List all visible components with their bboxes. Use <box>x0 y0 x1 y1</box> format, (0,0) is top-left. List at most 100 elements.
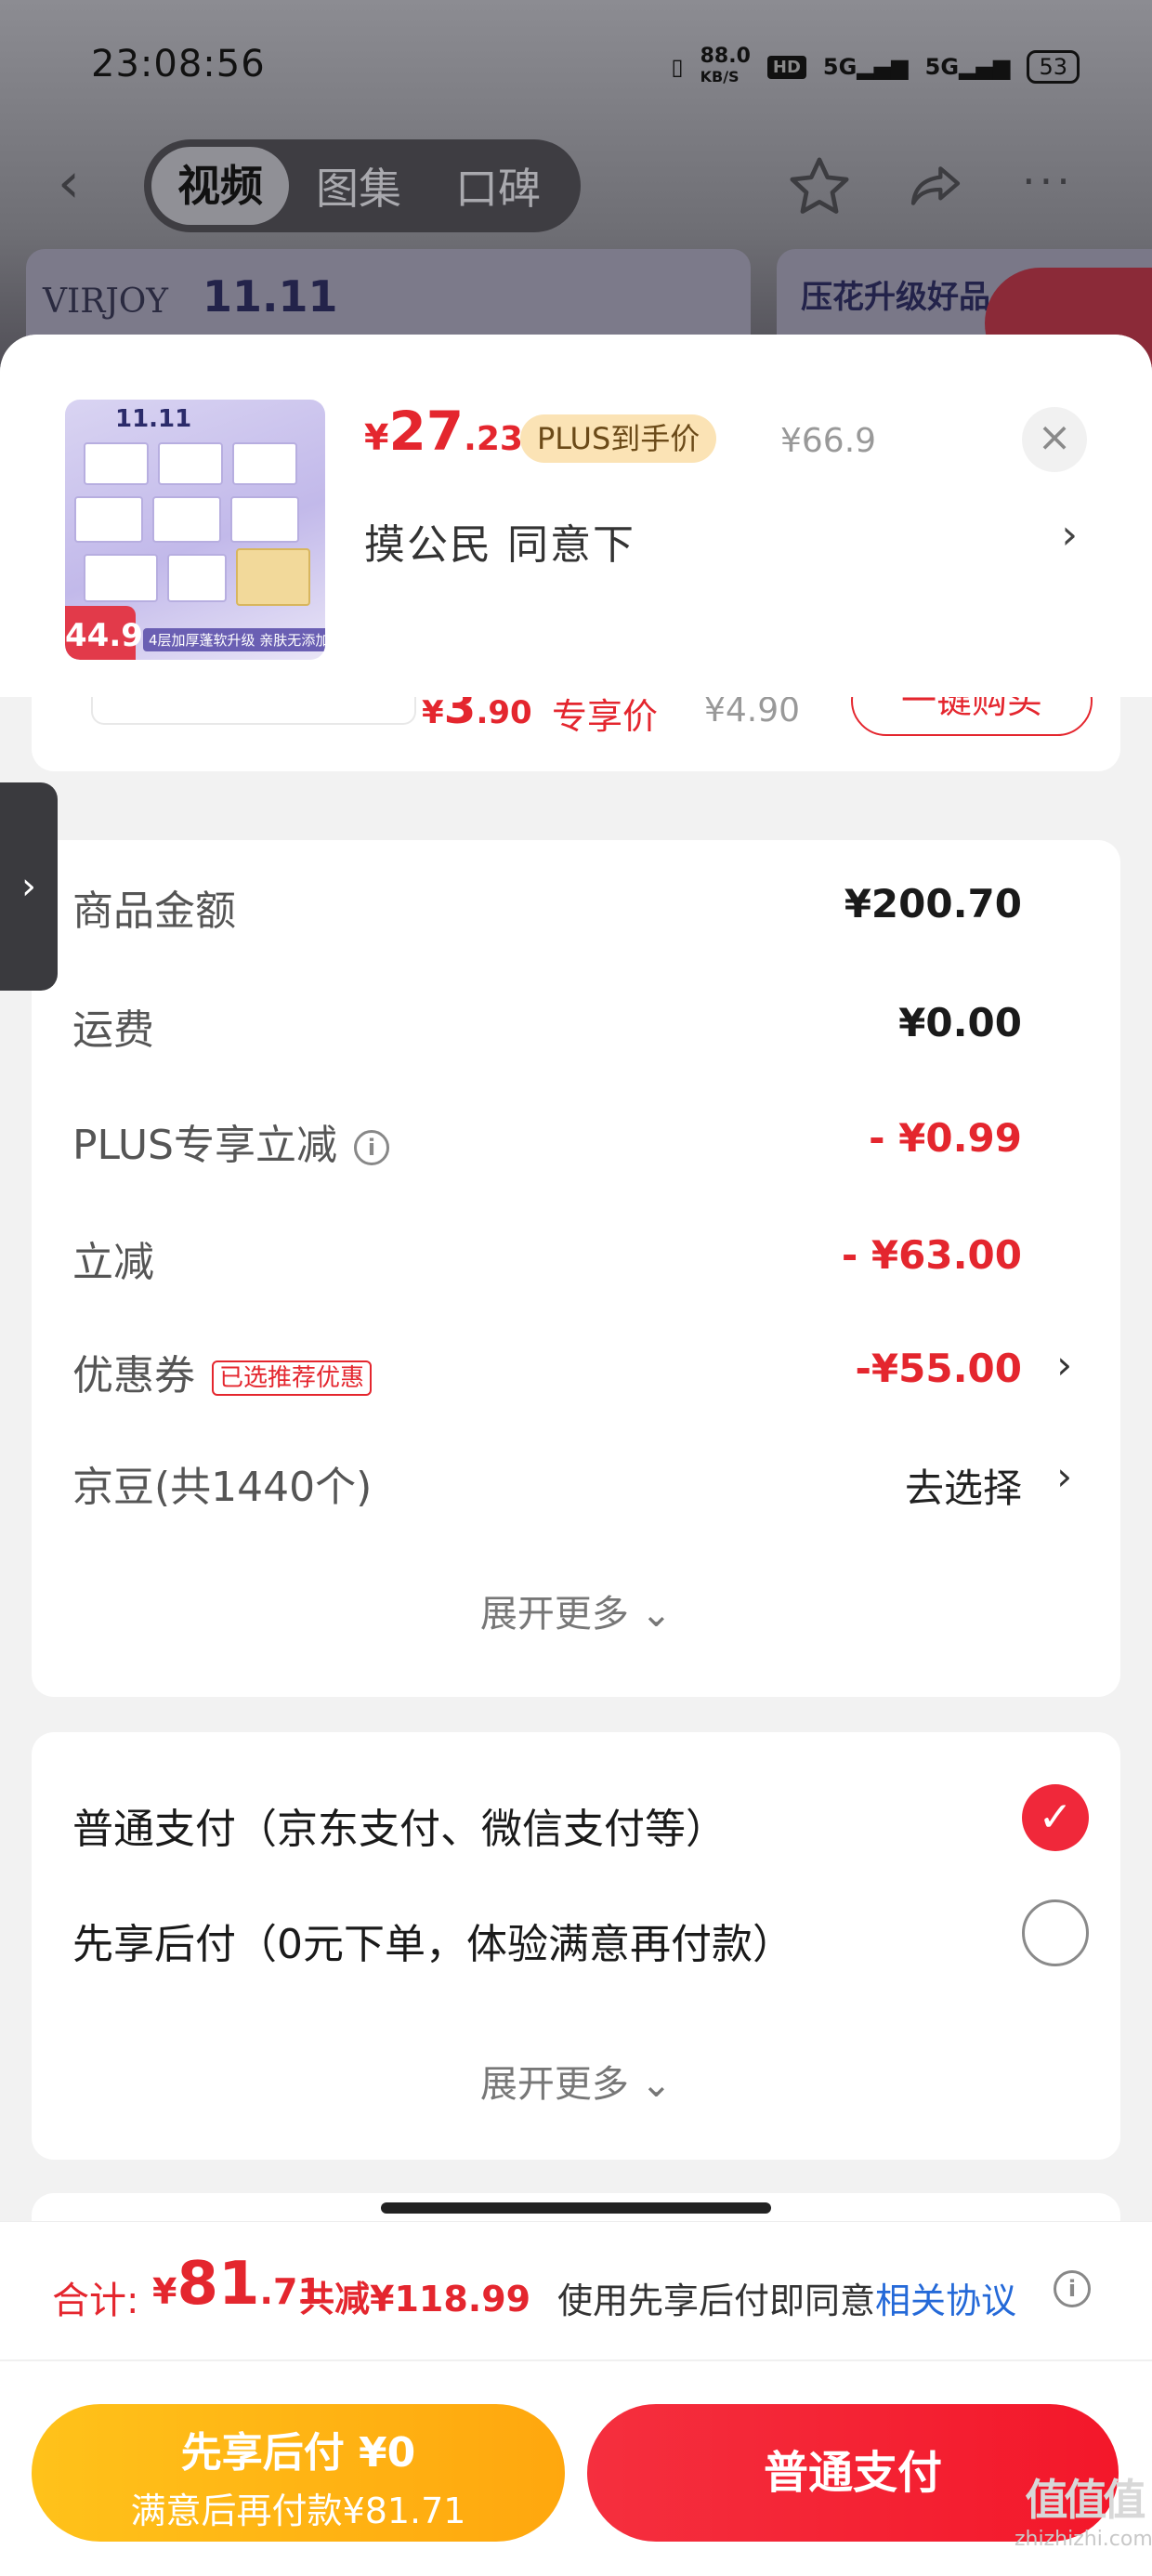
instant-discount-value: - ¥63.00 <box>841 1232 1022 1278</box>
price-summary-card: 商品金额 ¥200.70 运费 ¥0.00 PLUS专享立减 i - ¥0.99 … <box>32 840 1120 1697</box>
chevron-right-icon: › <box>21 865 36 908</box>
plus-discount-value: - ¥0.99 <box>869 1115 1022 1161</box>
thumb-pack-gold <box>236 548 310 606</box>
hd-icon: HD <box>766 55 806 79</box>
tab-video[interactable]: 视频 <box>151 147 289 225</box>
signal-icon: 5G▂▄▆ <box>822 54 909 80</box>
coupon-value: -¥55.00 <box>855 1346 1022 1391</box>
back-icon[interactable]: ‹ <box>58 155 80 211</box>
plus-discount-row: PLUS专享立减 i - ¥0.99 <box>72 1111 1076 1176</box>
total-row: 合计: ¥81.71 共减¥118.99 使用先享后付即同意相关协议 i <box>0 2222 1152 2361</box>
instant-discount-row: 立减 - ¥63.00 <box>72 1229 1076 1294</box>
plus-price-badge: PLUS到手价 <box>520 414 717 463</box>
expand-more-summary[interactable]: 展开更多 ⌄ <box>32 1584 1120 1637</box>
sku-selector[interactable]: 摸公民 同意下 › <box>364 511 1089 569</box>
sku-label: 摸公民 同意下 <box>364 521 635 569</box>
background-page: 23:08:56 ▯ 88.0 KB/S HD 5G▂▄▆ 5G▂▄▆ 53 ‹… <box>0 0 1152 390</box>
home-indicator[interactable] <box>381 2202 771 2214</box>
addon-price-decimal: .90 <box>476 694 532 731</box>
pay-later-title: 先享后付 ¥0 <box>180 2429 416 2477</box>
thumb-pack <box>74 496 143 543</box>
product-header: 11.11 44.9 4层加厚蓬软升级 亲肤无添加 ¥27.23 PLUS到手价… <box>0 335 1152 697</box>
signal-label-2: 5G <box>924 54 960 80</box>
agreement-text: 使用先享后付即同意相关协议 <box>557 2272 1016 2323</box>
side-expand-tab[interactable]: › <box>0 782 58 991</box>
speed-value: 88.0 <box>700 45 751 68</box>
info-icon[interactable]: i <box>354 1130 389 1165</box>
signal-label: 5G <box>822 54 857 80</box>
thumb-pack <box>232 442 297 485</box>
thumb-pack <box>152 496 221 543</box>
thumb-pack <box>84 442 149 485</box>
jingdou-row[interactable]: 京豆(共1440个) 去选择 › <box>72 1453 1076 1518</box>
info-icon[interactable]: i <box>1054 2270 1091 2307</box>
addon-original-price: ¥4.90 <box>704 691 801 729</box>
banner-secondary-text: 压花升级好品 <box>801 279 990 316</box>
radio-empty-icon[interactable] <box>1022 1899 1089 1966</box>
jingdou-action: 去选择 <box>904 1465 1022 1511</box>
goods-amount-value: ¥200.70 <box>844 881 1022 927</box>
chevron-down-icon: ⌄ <box>640 2063 673 2106</box>
coupon-row[interactable]: 优惠券 已选推荐优惠 -¥55.00 › <box>72 1342 1076 1407</box>
expand-more-label: 展开更多 <box>479 1593 629 1636</box>
media-tabs: 视频 图集 口碑 <box>144 139 581 232</box>
goods-amount-row: 商品金额 ¥200.70 <box>72 877 1076 942</box>
agreement-prefix: 使用先享后付即同意 <box>557 2280 876 2321</box>
product-thumbnail[interactable]: 11.11 44.9 4层加厚蓬软升级 亲肤无添加 <box>65 400 325 660</box>
shipping-value: ¥0.00 <box>898 1000 1022 1045</box>
goods-amount-label: 商品金额 <box>72 887 236 935</box>
share-icon[interactable] <box>903 156 968 219</box>
status-time: 23:08:56 <box>91 43 266 85</box>
thumb-caption: 4层加厚蓬软升级 亲肤无添加 <box>143 628 325 651</box>
thumb-pack <box>167 554 227 602</box>
check-icon[interactable]: ✓ <box>1022 1784 1089 1851</box>
agreement-link[interactable]: 相关协议 <box>875 2280 1016 2321</box>
shipping-label: 运费 <box>72 1006 154 1054</box>
speed-unit: KB/S <box>700 68 740 85</box>
thumb-event: 11.11 <box>115 405 192 433</box>
status-bar: 23:08:56 ▯ 88.0 KB/S HD 5G▂▄▆ 5G▂▄▆ 53 <box>0 37 1152 102</box>
signal-icon-2: 5G▂▄▆ <box>924 54 1011 80</box>
payment-option-standard[interactable]: 普通支付（京东支付、微信支付等） ✓ <box>72 1784 1094 1859</box>
original-price: ¥66.9 <box>780 422 877 460</box>
total-amount: ¥81.71 <box>152 2250 322 2319</box>
chevron-right-icon: › <box>1061 511 1078 559</box>
pay-later-button[interactable]: 先享后付 ¥0 满意后再付款¥81.71 <box>32 2404 565 2542</box>
coupon-label-wrap: 优惠券 已选推荐优惠 <box>72 1342 373 1401</box>
price-decimal: .23 <box>464 420 523 458</box>
close-button[interactable]: × <box>1022 407 1087 472</box>
product-price: ¥27.23 <box>364 400 523 463</box>
total-integer: 81 <box>177 2250 260 2319</box>
tab-gallery[interactable]: 图集 <box>289 155 428 217</box>
chevron-right-icon: › <box>1056 1453 1072 1499</box>
coupon-recommended-tag: 已选推荐优惠 <box>212 1360 373 1396</box>
total-currency: ¥ <box>152 2271 177 2312</box>
banner-event: 11.11 <box>203 271 338 322</box>
total-label: 合计: <box>52 2280 139 2322</box>
tab-reviews[interactable]: 口碑 <box>428 155 568 217</box>
plus-discount-label-wrap: PLUS专享立减 i <box>72 1111 389 1171</box>
instant-discount-label: 立减 <box>72 1239 154 1286</box>
jingdou-label: 京豆(共1440个) <box>72 1464 373 1511</box>
expand-more-label: 展开更多 <box>479 2063 629 2106</box>
watermark-url: zhizhizhi.com <box>1015 2528 1152 2551</box>
payment-method-card: 普通支付（京东支付、微信支付等） ✓ 先享后付（0元下单，体验满意再付款） 展开… <box>32 1732 1120 2160</box>
chevron-right-icon: › <box>1056 1342 1072 1387</box>
chevron-down-icon: ⌄ <box>640 1593 673 1636</box>
addon-currency: ¥ <box>422 694 444 731</box>
thumb-pack <box>84 554 158 602</box>
shipping-row: 运费 ¥0.00 <box>72 996 1076 1061</box>
battery-icon: 53 <box>1027 50 1080 84</box>
network-speed: 88.0 KB/S <box>700 46 751 87</box>
order-sheet: 11.11 44.9 4层加厚蓬软升级 亲肤无添加 ¥27.23 PLUS到手价… <box>0 335 1152 2576</box>
more-icon[interactable]: ··· <box>1022 156 1074 206</box>
coupon-label: 优惠券 <box>72 1352 195 1400</box>
payment-option-pay-later[interactable]: 先享后付（0元下单，体验满意再付款） <box>72 1899 1094 1974</box>
vibrate-icon: ▯ <box>671 54 684 80</box>
payment-option-label: 先享后付（0元下单，体验满意再付款） <box>72 1921 793 1968</box>
plus-discount-label: PLUS专享立减 <box>72 1122 337 1169</box>
thumb-pack <box>230 496 299 543</box>
watermark-logo: 值值值 <box>1025 2475 1145 2525</box>
star-icon[interactable] <box>786 154 853 223</box>
expand-more-payment[interactable]: 展开更多 ⌄ <box>32 2054 1120 2108</box>
